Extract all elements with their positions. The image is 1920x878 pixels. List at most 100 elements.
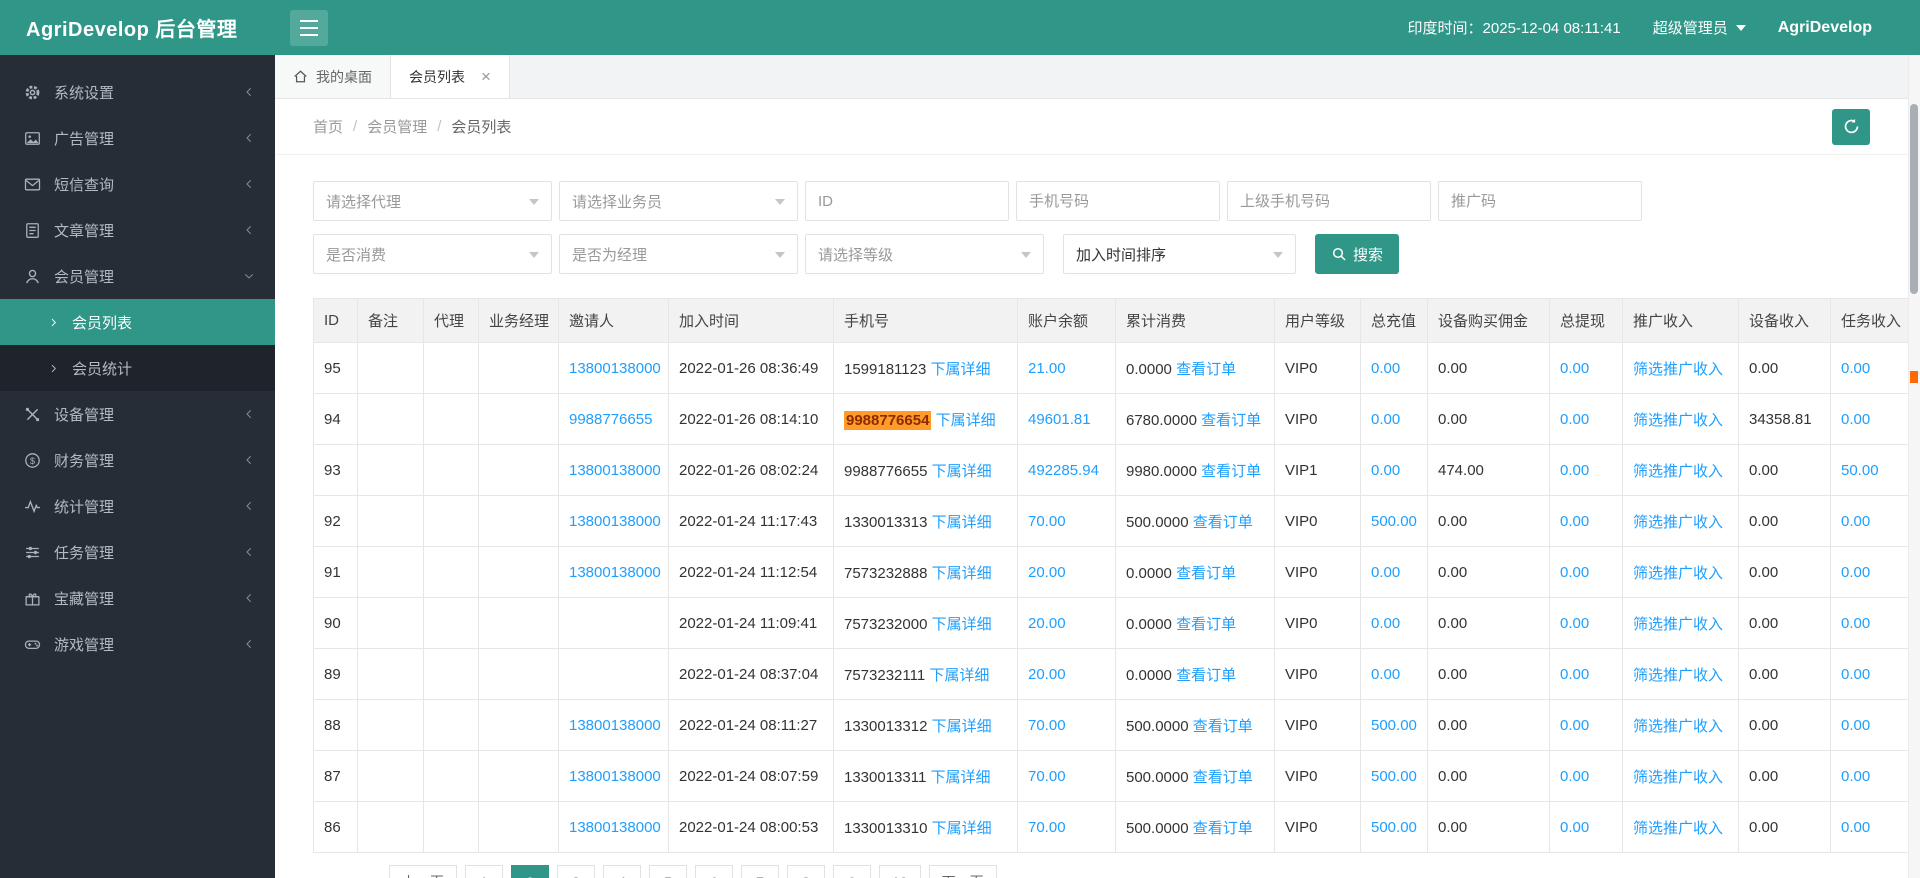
withdraw-link[interactable]: 0.00	[1560, 819, 1589, 836]
promo-filter-link[interactable]: 筛选推广收入	[1633, 514, 1723, 531]
withdraw-link[interactable]: 0.00	[1560, 615, 1589, 632]
pagination-page-4[interactable]: 4	[603, 865, 641, 878]
promo-filter-link[interactable]: 筛选推广收入	[1633, 565, 1723, 582]
withdraw-link[interactable]: 0.00	[1560, 462, 1589, 479]
balance-link[interactable]: 20.00	[1028, 615, 1066, 632]
view-order-link[interactable]: 查看订单	[1193, 820, 1253, 837]
recharge-link[interactable]: 0.00	[1371, 666, 1400, 683]
task-income-link[interactable]: 0.00	[1841, 717, 1870, 734]
pagination-page-6[interactable]: 6	[695, 865, 733, 878]
pagination-page-9[interactable]: 9	[833, 865, 871, 878]
withdraw-link[interactable]: 0.00	[1560, 411, 1589, 428]
filter-input-promo-code[interactable]	[1438, 181, 1642, 221]
filter-select-consume[interactable]: 是否消费	[313, 234, 552, 274]
inviter-link[interactable]: 9988776655	[569, 411, 652, 428]
promo-filter-link[interactable]: 筛选推广收入	[1633, 769, 1723, 786]
vertical-scrollbar[interactable]	[1908, 55, 1920, 878]
view-order-link[interactable]: 查看订单	[1193, 718, 1253, 735]
balance-link[interactable]: 70.00	[1028, 513, 1066, 530]
view-order-link[interactable]: 查看订单	[1193, 769, 1253, 786]
balance-link[interactable]: 49601.81	[1028, 411, 1091, 428]
promo-filter-link[interactable]: 筛选推广收入	[1633, 361, 1723, 378]
view-order-link[interactable]: 查看订单	[1201, 463, 1261, 480]
sub-detail-link[interactable]: 下属详细	[929, 667, 989, 684]
filter-select-manager[interactable]: 是否为经理	[559, 234, 798, 274]
task-income-link[interactable]: 0.00	[1841, 819, 1870, 836]
recharge-link[interactable]: 500.00	[1371, 717, 1417, 734]
recharge-link[interactable]: 0.00	[1371, 462, 1400, 479]
sidebar-item-treasure[interactable]: 宝藏管理	[0, 575, 275, 621]
menu-toggle-button[interactable]	[290, 10, 328, 46]
promo-filter-link[interactable]: 筛选推广收入	[1633, 463, 1723, 480]
pagination-page-5[interactable]: 5	[649, 865, 687, 878]
pagination-prev-button[interactable]: 上一页	[389, 865, 457, 878]
sidebar-item-member[interactable]: 会员管理	[0, 253, 275, 299]
pagination-page-3[interactable]: 3	[557, 865, 595, 878]
balance-link[interactable]: 70.00	[1028, 768, 1066, 785]
withdraw-link[interactable]: 0.00	[1560, 360, 1589, 377]
breadcrumb-item[interactable]: 会员管理	[367, 116, 427, 137]
pagination-next-button[interactable]: 下一页	[929, 865, 997, 878]
balance-link[interactable]: 492285.94	[1028, 462, 1099, 479]
filter-input-id[interactable]	[805, 181, 1009, 221]
view-order-link[interactable]: 查看订单	[1193, 514, 1253, 531]
promo-filter-link[interactable]: 筛选推广收入	[1633, 667, 1723, 684]
sub-detail-link[interactable]: 下属详细	[932, 820, 992, 837]
task-income-link[interactable]: 0.00	[1841, 615, 1870, 632]
sub-detail-link[interactable]: 下属详细	[932, 718, 992, 735]
sub-detail-link[interactable]: 下属详细	[936, 412, 996, 429]
refresh-button[interactable]	[1832, 109, 1870, 145]
inviter-link[interactable]: 13800138000	[569, 717, 661, 734]
role-dropdown[interactable]: 超级管理员	[1653, 17, 1746, 38]
sub-detail-link[interactable]: 下属详细	[930, 361, 990, 378]
inviter-link[interactable]: 13800138000	[569, 819, 661, 836]
sidebar-item-article[interactable]: 文章管理	[0, 207, 275, 253]
task-income-link[interactable]: 0.00	[1841, 411, 1870, 428]
inviter-link[interactable]: 13800138000	[569, 462, 661, 479]
scrollbar-thumb[interactable]	[1910, 104, 1918, 294]
view-order-link[interactable]: 查看订单	[1176, 616, 1236, 633]
task-income-link[interactable]: 0.00	[1841, 666, 1870, 683]
sidebar-item-sms[interactable]: 短信查询	[0, 161, 275, 207]
view-order-link[interactable]: 查看订单	[1201, 412, 1261, 429]
recharge-link[interactable]: 0.00	[1371, 360, 1400, 377]
task-income-link[interactable]: 0.00	[1841, 360, 1870, 377]
pagination-page-7[interactable]: 7	[741, 865, 779, 878]
sidebar-item-ad[interactable]: 广告管理	[0, 115, 275, 161]
sidebar-item-system[interactable]: 系统设置	[0, 69, 275, 115]
inviter-link[interactable]: 13800138000	[569, 768, 661, 785]
task-income-link[interactable]: 50.00	[1841, 462, 1879, 479]
sub-detail-link[interactable]: 下属详细	[932, 565, 992, 582]
task-income-link[interactable]: 0.00	[1841, 564, 1870, 581]
filter-select-salesman[interactable]: 请选择业务员	[559, 181, 798, 221]
sub-detail-link[interactable]: 下属详细	[930, 769, 990, 786]
pagination-page-2[interactable]: 2	[511, 865, 549, 878]
tab-desktop[interactable]: 我的桌面	[275, 55, 391, 98]
recharge-link[interactable]: 500.00	[1371, 513, 1417, 530]
sidebar-item-stats[interactable]: 统计管理	[0, 483, 275, 529]
recharge-link[interactable]: 500.00	[1371, 768, 1417, 785]
balance-link[interactable]: 20.00	[1028, 564, 1066, 581]
sub-detail-link[interactable]: 下属详细	[932, 616, 992, 633]
balance-link[interactable]: 70.00	[1028, 819, 1066, 836]
inviter-link[interactable]: 13800138000	[569, 360, 661, 377]
recharge-link[interactable]: 500.00	[1371, 819, 1417, 836]
filter-input-parent-phone[interactable]	[1227, 181, 1431, 221]
sidebar-item-task[interactable]: 任务管理	[0, 529, 275, 575]
filter-select-sort[interactable]: 加入时间排序	[1063, 234, 1296, 274]
recharge-link[interactable]: 0.00	[1371, 564, 1400, 581]
breadcrumb-item[interactable]: 首页	[313, 116, 343, 137]
balance-link[interactable]: 70.00	[1028, 717, 1066, 734]
balance-link[interactable]: 21.00	[1028, 360, 1066, 377]
sidebar-item-device[interactable]: 设备管理	[0, 391, 275, 437]
sidebar-subitem-member-stats[interactable]: 会员统计	[0, 345, 275, 391]
promo-filter-link[interactable]: 筛选推广收入	[1633, 718, 1723, 735]
balance-link[interactable]: 20.00	[1028, 666, 1066, 683]
withdraw-link[interactable]: 0.00	[1560, 513, 1589, 530]
sidebar-subitem-member-list[interactable]: 会员列表	[0, 299, 275, 345]
close-icon[interactable]: ×	[481, 68, 491, 85]
withdraw-link[interactable]: 0.00	[1560, 666, 1589, 683]
inviter-link[interactable]: 13800138000	[569, 513, 661, 530]
sub-detail-link[interactable]: 下属详细	[932, 514, 992, 531]
view-order-link[interactable]: 查看订单	[1176, 361, 1236, 378]
